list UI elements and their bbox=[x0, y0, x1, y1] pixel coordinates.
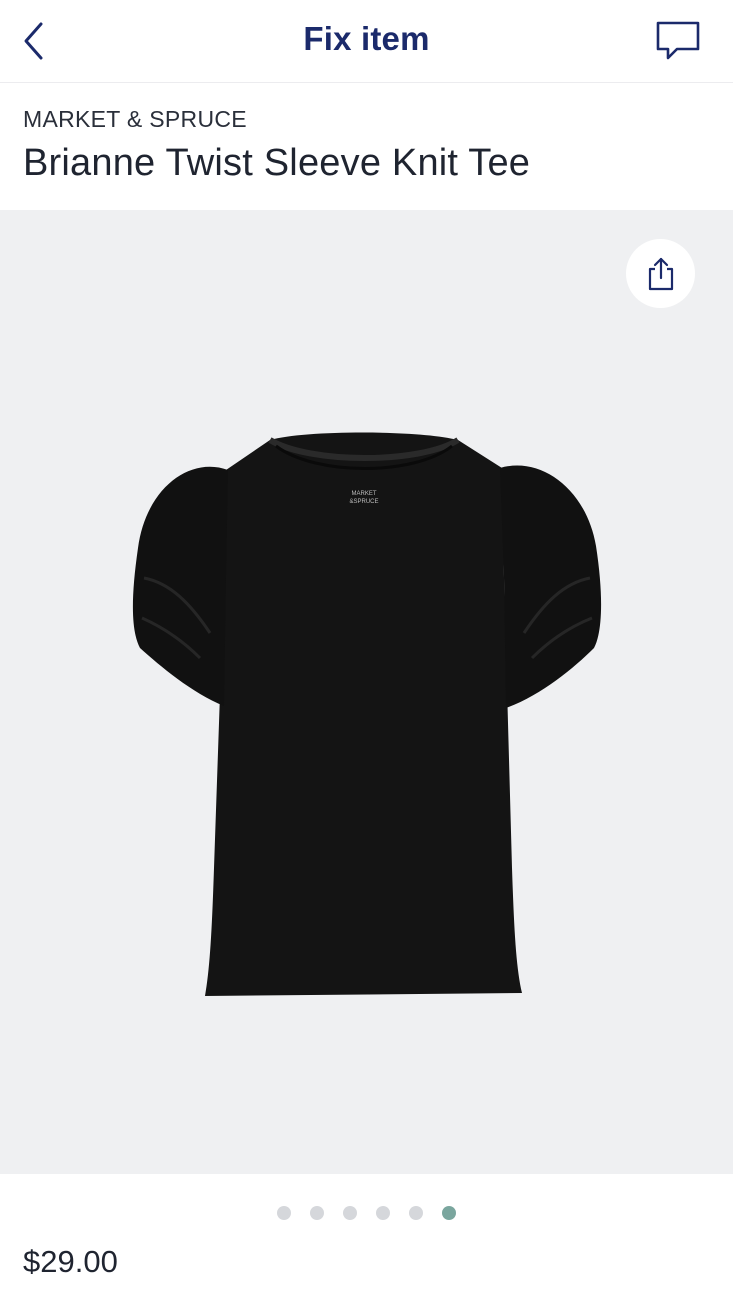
pagination-dot[interactable] bbox=[376, 1206, 390, 1220]
shirt-tag-line2: &SPRUCE bbox=[349, 499, 378, 505]
pagination-dot[interactable] bbox=[442, 1206, 456, 1220]
chat-bubble-icon bbox=[656, 21, 700, 60]
page-title: Fix item bbox=[303, 20, 430, 57]
pagination-dot[interactable] bbox=[409, 1206, 423, 1220]
product-image-gallery[interactable]: MARKET &SPRUCE bbox=[0, 210, 733, 1174]
image-pagination-dots bbox=[0, 1206, 733, 1222]
product-title: Brianne Twist Sleeve Knit Tee bbox=[23, 142, 531, 184]
pagination-dot[interactable] bbox=[310, 1206, 324, 1220]
shirt-tag-line1: MARKET bbox=[351, 491, 376, 497]
pagination-dot[interactable] bbox=[343, 1206, 357, 1220]
product-price: $29.00 bbox=[23, 1244, 118, 1279]
brand-name[interactable]: MARKET & SPRUCE bbox=[23, 106, 247, 133]
pagination-dot[interactable] bbox=[277, 1206, 291, 1220]
top-nav-bar: Fix item bbox=[0, 0, 733, 83]
share-button[interactable] bbox=[626, 239, 695, 308]
chat-button[interactable] bbox=[653, 18, 703, 64]
share-icon bbox=[648, 257, 673, 290]
product-image: MARKET &SPRUCE bbox=[132, 432, 602, 996]
